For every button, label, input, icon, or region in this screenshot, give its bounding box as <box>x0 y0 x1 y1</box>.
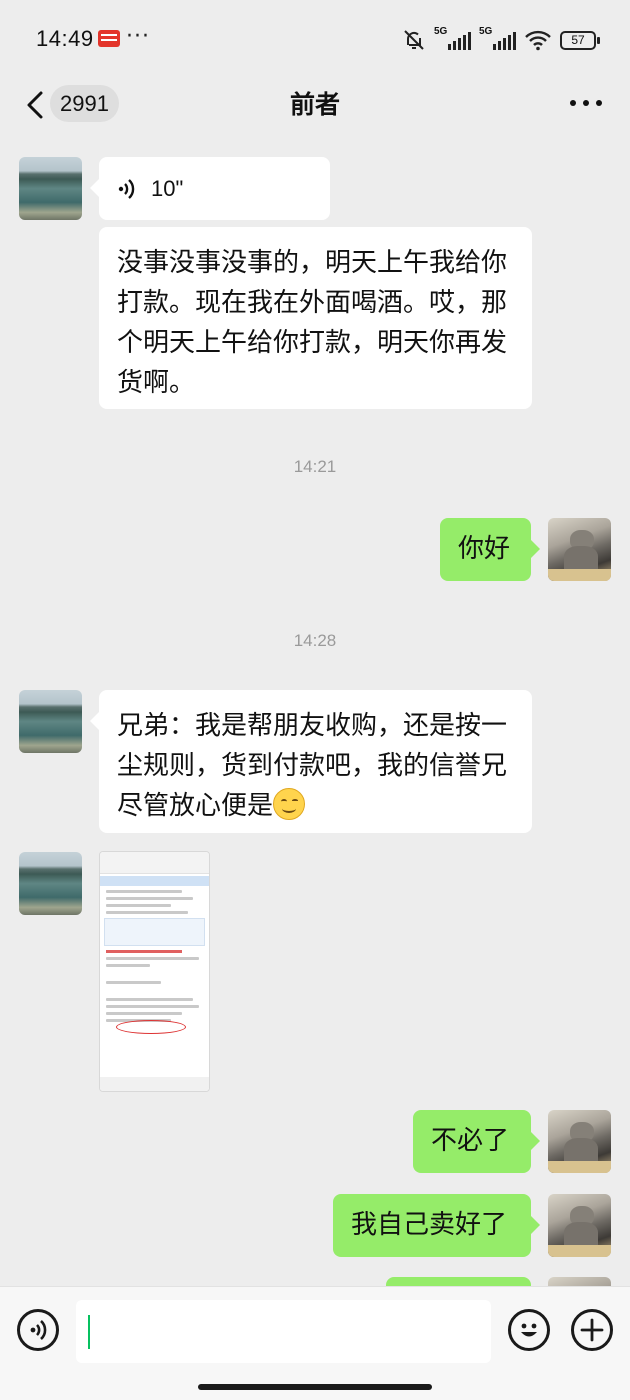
status-more-icon: ··· <box>126 24 150 49</box>
message-text: 我自己卖好了 <box>351 1210 508 1240</box>
signal-icon-2: 5G <box>479 26 516 50</box>
message-text: 没事没事没事的，明天上午我给你打款。现在我在外面喝酒。哎，那个明天上午给你打款，… <box>117 248 508 398</box>
signal-icon-1: 5G <box>434 26 471 50</box>
chat-title: 前者 <box>289 90 340 119</box>
message-input-bar <box>0 1286 630 1400</box>
voice-duration: 10" <box>151 175 184 201</box>
received-message-bubble[interactable]: 兄弟：我是帮朋友收购，还是按一尘规则，货到付款吧，我的信誉兄尽管放心便是 <box>90 690 532 833</box>
status-time: 14:49 <box>36 26 94 51</box>
timestamp: 14:21 <box>293 457 337 476</box>
smiley-icon <box>521 1323 537 1337</box>
message-text: 兄弟：我是帮朋友收购，还是按一尘规则，货到付款吧，我的信誉兄尽管放心便是 <box>117 711 508 821</box>
sent-message-bubble[interactable]: 不必了 <box>413 1110 540 1173</box>
chat-header: 2991 前者 <box>0 75 630 137</box>
text-cursor <box>88 1315 90 1349</box>
smile-emoji-icon <box>273 788 306 820</box>
contact-avatar[interactable] <box>19 157 82 220</box>
contact-avatar[interactable] <box>19 852 82 915</box>
voice-icon <box>30 1320 47 1340</box>
my-avatar[interactable] <box>548 518 611 581</box>
more-dots-icon <box>570 100 576 106</box>
app-notification-icon <box>98 30 120 47</box>
more-functions-button[interactable] <box>571 1309 613 1351</box>
voice-icon <box>118 178 135 199</box>
status-indicators: 5G 5G 57 <box>402 26 600 54</box>
home-indicator[interactable] <box>198 1384 432 1390</box>
my-avatar[interactable] <box>548 1110 611 1173</box>
voice-input-button[interactable] <box>17 1309 59 1351</box>
message-text: 你好 <box>458 534 511 564</box>
received-message-bubble[interactable]: 没事没事没事的，明天上午我给你打款。现在我在外面喝酒。哎，那个明天上午给你打款，… <box>99 227 532 409</box>
status-bar: 14:49 ··· 5G 5G 57 <box>0 0 630 75</box>
timestamp: 14:28 <box>293 631 337 650</box>
emoji-button[interactable] <box>508 1309 550 1351</box>
battery-indicator: 57 <box>560 30 600 50</box>
sent-message-bubble[interactable]: 你好 <box>440 518 540 581</box>
sent-message-bubble[interactable]: 我自己卖好了 <box>333 1194 540 1257</box>
voice-message-bubble[interactable]: 10" <box>90 157 330 220</box>
message-text: 不必了 <box>431 1126 510 1156</box>
more-options-button[interactable] <box>570 91 602 115</box>
contact-avatar[interactable] <box>19 690 82 753</box>
my-avatar[interactable] <box>548 1194 611 1257</box>
message-text-input[interactable] <box>76 1300 491 1363</box>
wifi-icon <box>525 30 551 51</box>
mute-icon <box>404 30 424 50</box>
image-message-thumbnail[interactable] <box>99 851 210 1092</box>
plus-icon <box>580 1318 604 1342</box>
